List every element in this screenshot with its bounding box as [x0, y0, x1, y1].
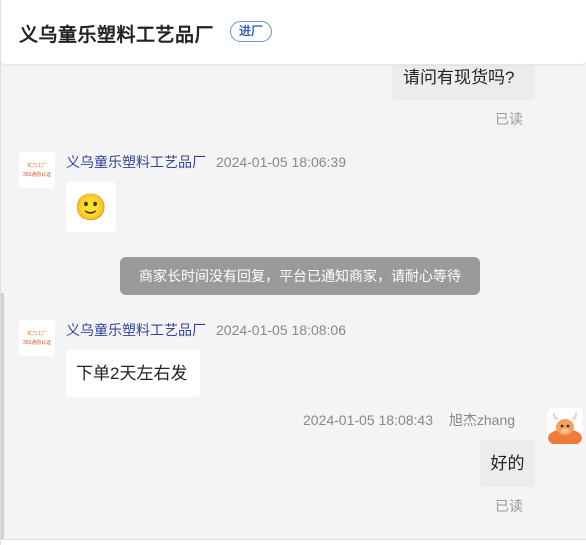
sender-name: 旭杰zhang: [448, 412, 516, 428]
read-status: 已读: [495, 111, 523, 127]
input-area-edge: [1, 539, 586, 545]
system-notice: 商家长时间没有回复，平台已通知商家，请耐心等待: [120, 257, 480, 295]
sender-name[interactable]: 义乌童乐塑料工艺品厂: [66, 322, 206, 338]
message-text: 下单2天左右发: [76, 364, 188, 383]
user-avatar[interactable]: [547, 408, 583, 444]
shop-title[interactable]: 义乌童乐塑料工艺品厂: [19, 20, 214, 47]
shop-message-bubble: 下单2天左右发: [66, 350, 200, 397]
message-meta: 2024-01-05 18:08:43 旭杰zhang: [303, 410, 515, 430]
read-status: 已读: [495, 498, 523, 514]
chat-window: 请问有现货吗? 已读 实力工厂 365通前认证 义乌童乐塑料工艺品厂 2024-0…: [0, 0, 586, 545]
my-message-bubble: 好的: [480, 440, 535, 487]
enter-shop-button[interactable]: 进厂: [230, 21, 273, 42]
shop-message-bubble: 🙂: [66, 182, 116, 232]
message-meta: 义乌童乐塑料工艺品厂 2024-01-05 18:08:06: [66, 320, 346, 340]
scroll-edge: [1, 293, 4, 545]
message-text: 请问有现货吗?: [403, 68, 515, 87]
shop-avatar[interactable]: 实力工厂 365通前认证: [19, 320, 55, 356]
message-list[interactable]: 请问有现货吗? 已读 实力工厂 365通前认证 义乌童乐塑料工艺品厂 2024-0…: [1, 0, 586, 545]
message-time: 2024-01-05 18:08:06: [216, 322, 346, 338]
shop-avatar[interactable]: 实力工厂 365通前认证: [19, 152, 55, 188]
chat-header: 义乌童乐塑料工艺品厂 进厂: [1, 0, 586, 65]
message-text: 好的: [490, 454, 525, 473]
cow-avatar-icon: [547, 408, 583, 444]
smile-emoji-icon: 🙂: [74, 192, 108, 222]
message-time: 2024-01-05 18:06:39: [216, 154, 346, 170]
message-time: 2024-01-05 18:08:43: [303, 412, 433, 428]
sender-name[interactable]: 义乌童乐塑料工艺品厂: [66, 154, 206, 170]
message-meta: 义乌童乐塑料工艺品厂 2024-01-05 18:06:39: [66, 152, 346, 172]
